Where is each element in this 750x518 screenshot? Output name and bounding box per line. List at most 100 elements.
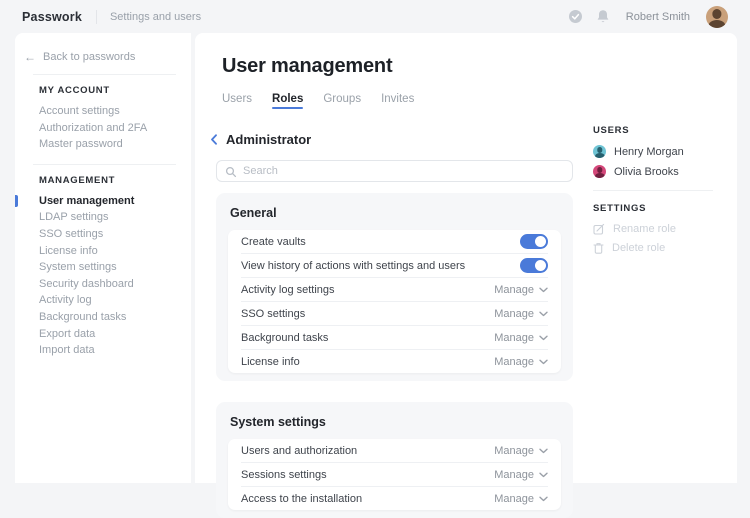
aside-divider: [593, 190, 713, 191]
view-history-toggle[interactable]: [520, 258, 548, 273]
section-system-settings: System settings Users and authorization …: [216, 402, 573, 518]
chevron-down-icon: [539, 496, 548, 502]
row-users-and-authorization: Users and authorization Manage: [241, 439, 548, 462]
background-tasks-manage-dropdown[interactable]: Manage: [494, 332, 548, 344]
users-header: USERS: [593, 125, 728, 136]
search-bar: [216, 160, 573, 182]
row-label: View history of actions with settings an…: [241, 260, 465, 272]
row-activity-log-settings: Activity log settings Manage: [241, 277, 548, 301]
sessions-settings-manage-dropdown[interactable]: Manage: [494, 469, 548, 481]
rename-role-button[interactable]: Rename role: [593, 223, 728, 235]
chevron-down-icon: [539, 287, 548, 293]
user-name-label: Olivia Brooks: [614, 166, 679, 178]
access-installation-manage-dropdown[interactable]: Manage: [494, 493, 548, 505]
user-avatar[interactable]: [706, 6, 728, 28]
sidebar-item-import-data[interactable]: Import data: [39, 342, 191, 359]
sidebar-divider: [33, 164, 176, 165]
sso-settings-manage-dropdown[interactable]: Manage: [494, 308, 548, 320]
sidebar-item-ldap-settings[interactable]: LDAP settings: [39, 209, 191, 226]
topbar-section-label: Settings and users: [110, 11, 201, 23]
page-title: User management: [222, 55, 737, 78]
edit-icon: [593, 223, 605, 235]
row-background-tasks: Background tasks Manage: [241, 325, 548, 349]
activity-log-manage-dropdown[interactable]: Manage: [494, 284, 548, 296]
chevron-down-icon: [539, 335, 548, 341]
sidebar-item-sso-settings[interactable]: SSO settings: [39, 226, 191, 243]
row-sessions-settings: Sessions settings Manage: [241, 462, 548, 486]
row-label: Background tasks: [241, 332, 328, 344]
user-olivia-brooks[interactable]: Olivia Brooks: [593, 165, 728, 178]
sidebar-item-account-settings[interactable]: Account settings: [39, 103, 191, 120]
row-label: Access to the installation: [241, 493, 362, 505]
manage-label: Manage: [494, 308, 534, 320]
sidebar: ← Back to passwords MY ACCOUNT Account s…: [15, 33, 191, 483]
delete-role-label: Delete role: [612, 242, 665, 254]
user-name[interactable]: Robert Smith: [626, 11, 690, 23]
row-sso-settings: SSO settings Manage: [241, 301, 548, 325]
topbar: Passwork Settings and users Robert Smith: [0, 0, 750, 33]
tab-groups[interactable]: Groups: [323, 93, 361, 113]
topbar-divider: [96, 10, 97, 24]
row-license-info: License info Manage: [241, 349, 548, 373]
chevron-down-icon: [539, 311, 548, 317]
tab-invites[interactable]: Invites: [381, 93, 414, 113]
section-system-settings-title: System settings: [230, 415, 559, 429]
sidebar-item-authorization-2fa[interactable]: Authorization and 2FA: [39, 120, 191, 137]
sidebar-item-background-tasks[interactable]: Background tasks: [39, 309, 191, 326]
sidebar-management-list: User management LDAP settings SSO settin…: [15, 193, 191, 359]
sidebar-item-user-management[interactable]: User management: [39, 193, 191, 210]
bell-icon[interactable]: [596, 9, 610, 24]
search-input[interactable]: [216, 160, 573, 182]
topbar-right: Robert Smith: [568, 6, 750, 28]
sidebar-header-management: MANAGEMENT: [39, 175, 191, 186]
sidebar-item-security-dashboard[interactable]: Security dashboard: [39, 276, 191, 293]
sidebar-my-account-list: Account settings Authorization and 2FA M…: [15, 103, 191, 153]
sidebar-item-master-password[interactable]: Master password: [39, 136, 191, 153]
row-label: Activity log settings: [241, 284, 335, 296]
section-general-title: General: [230, 206, 559, 220]
user-henry-morgan[interactable]: Henry Morgan: [593, 145, 728, 158]
sidebar-item-system-settings[interactable]: System settings: [39, 259, 191, 276]
role-name: Administrator: [226, 132, 311, 147]
manage-label: Manage: [494, 469, 534, 481]
back-link-label: Back to passwords: [43, 51, 135, 63]
henry-morgan-avatar: [593, 145, 606, 158]
general-rows-card: Create vaults View history of actions wi…: [228, 230, 561, 373]
manage-label: Manage: [494, 356, 534, 368]
row-view-history: View history of actions with settings an…: [241, 253, 548, 277]
row-label: License info: [241, 356, 300, 368]
tab-roles[interactable]: Roles: [272, 93, 303, 113]
olivia-brooks-avatar: [593, 165, 606, 178]
back-arrow-icon: ←: [24, 52, 36, 63]
sidebar-item-license-info[interactable]: License info: [39, 243, 191, 260]
trash-icon: [593, 242, 604, 254]
delete-role-button[interactable]: Delete role: [593, 242, 728, 254]
rename-role-label: Rename role: [613, 223, 676, 235]
manage-label: Manage: [494, 332, 534, 344]
chevron-down-icon: [539, 448, 548, 454]
chevron-left-icon[interactable]: [210, 134, 218, 145]
back-to-passwords-link[interactable]: ← Back to passwords: [24, 51, 191, 63]
create-vaults-toggle[interactable]: [520, 234, 548, 249]
role-aside: USERS Henry Morgan Olivia Brooks SETTING…: [593, 125, 728, 261]
status-check-circle-icon[interactable]: [568, 9, 583, 24]
manage-label: Manage: [494, 493, 534, 505]
sidebar-item-export-data[interactable]: Export data: [39, 326, 191, 343]
sidebar-header-my-account: MY ACCOUNT: [39, 85, 191, 96]
chevron-down-icon: [539, 359, 548, 365]
chevron-down-icon: [539, 472, 548, 478]
manage-label: Manage: [494, 284, 534, 296]
system-rows-card: Users and authorization Manage Sessions …: [228, 439, 561, 510]
license-info-manage-dropdown[interactable]: Manage: [494, 356, 548, 368]
sidebar-item-activity-log[interactable]: Activity log: [39, 292, 191, 309]
app-logo[interactable]: Passwork: [22, 10, 82, 24]
row-label: Create vaults: [241, 236, 306, 248]
users-authorization-manage-dropdown[interactable]: Manage: [494, 445, 548, 457]
manage-label: Manage: [494, 445, 534, 457]
tab-users[interactable]: Users: [222, 93, 252, 113]
row-label: SSO settings: [241, 308, 305, 320]
row-access-installation: Access to the installation Manage: [241, 486, 548, 510]
row-create-vaults: Create vaults: [241, 230, 548, 253]
search-icon: [225, 165, 237, 183]
row-label: Sessions settings: [241, 469, 327, 481]
